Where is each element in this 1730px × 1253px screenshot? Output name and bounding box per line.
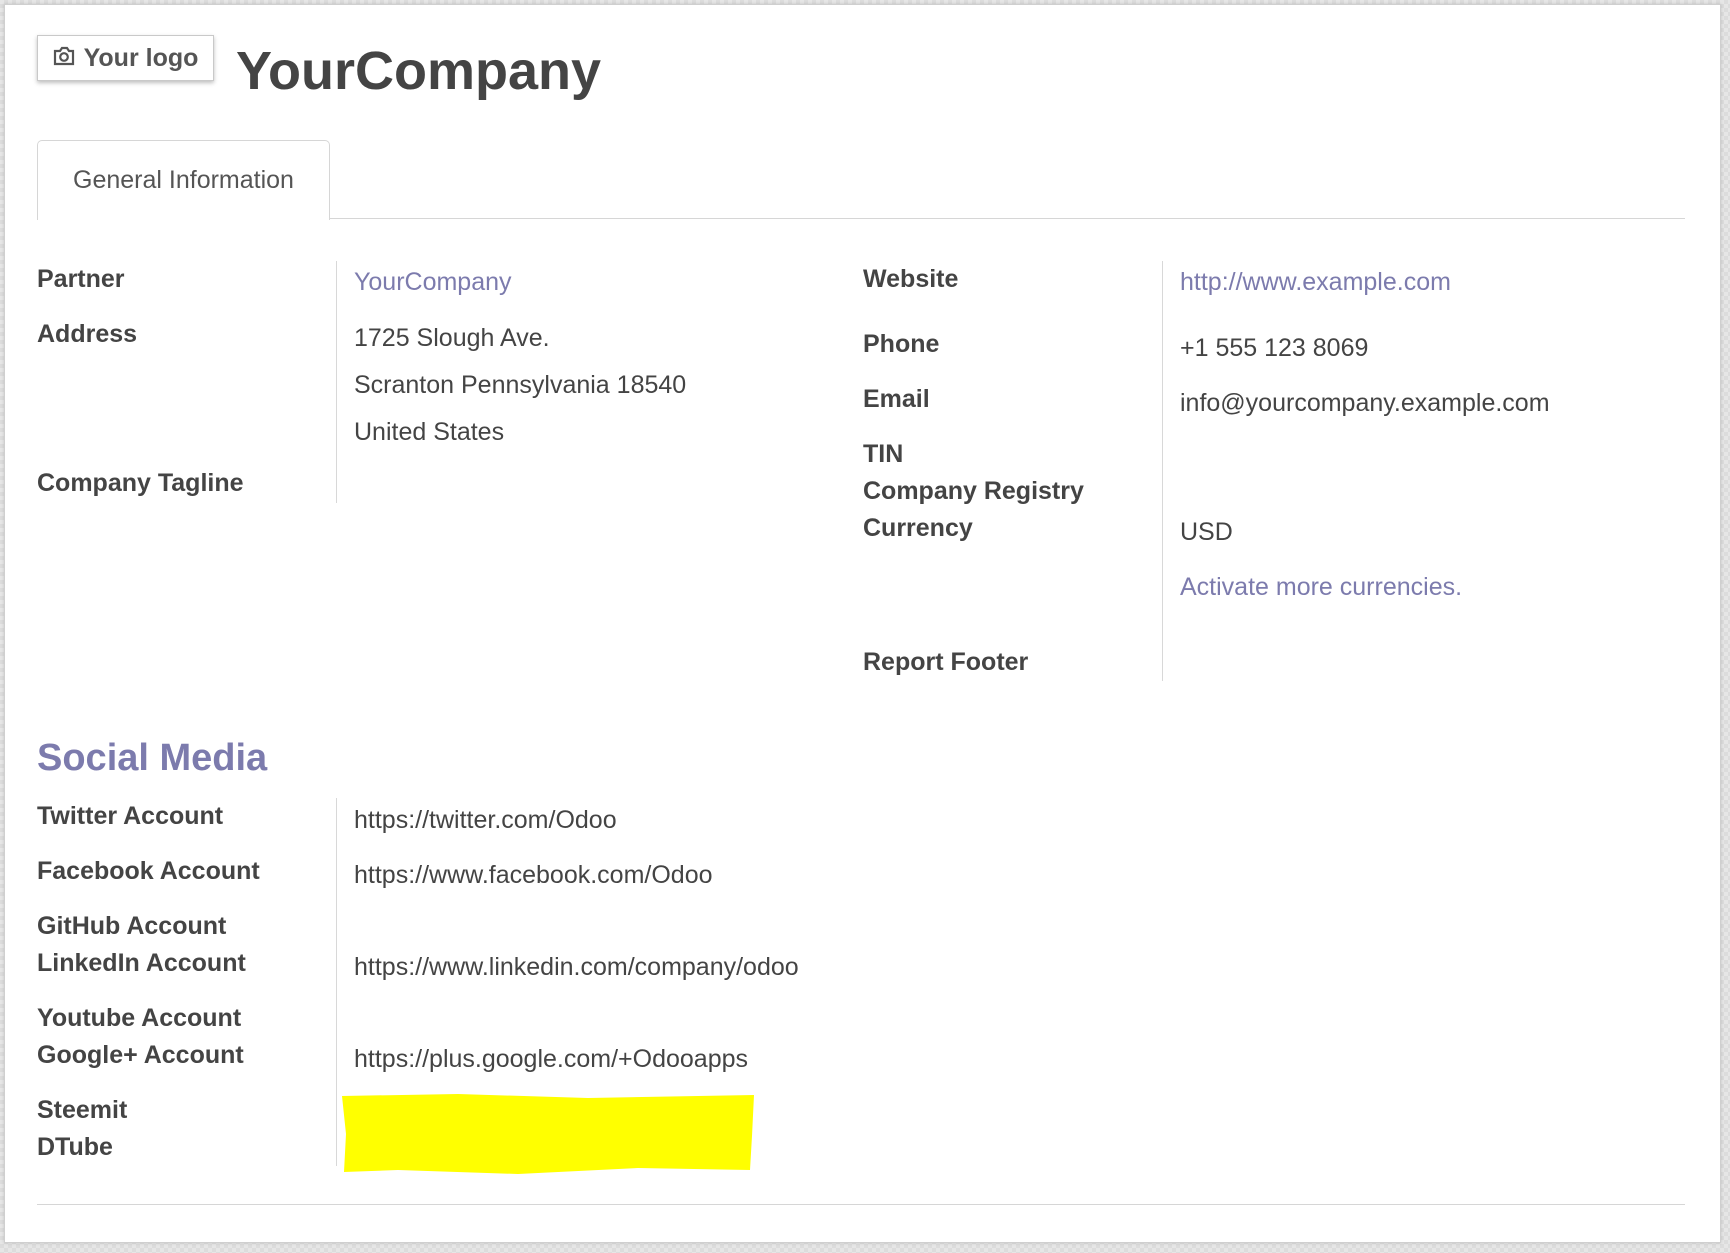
report-footer-label: Report Footer: [863, 648, 1029, 676]
steemit-label: Steemit: [37, 1096, 128, 1124]
logo-label: Your logo: [83, 43, 199, 72]
address-city[interactable]: Scranton Pennsylvania 18540: [354, 371, 686, 400]
twitter-account-value[interactable]: https://twitter.com/Odoo: [354, 806, 617, 835]
phone-value[interactable]: +1 555 123 8069: [1180, 334, 1368, 363]
social-media-heading: Social Media: [37, 737, 268, 779]
tin-label: TIN: [863, 440, 904, 468]
address-country[interactable]: United States: [354, 418, 504, 447]
camera-icon: [53, 44, 75, 73]
address-street[interactable]: 1725 Slough Ave.: [354, 324, 550, 353]
youtube-account-label: Youtube Account: [37, 1004, 242, 1032]
googleplus-account-label: Google+ Account: [37, 1041, 244, 1069]
facebook-account-value[interactable]: https://www.facebook.com/Odoo: [354, 861, 713, 890]
partner-link[interactable]: YourCompany: [354, 268, 512, 297]
currency-label: Currency: [863, 514, 973, 542]
company-registry-label: Company Registry: [863, 477, 1084, 505]
currency-value[interactable]: USD: [1180, 518, 1233, 547]
address-label: Address: [37, 320, 138, 348]
dtube-label: DTube: [37, 1133, 113, 1161]
tab-general-information[interactable]: General Information: [37, 140, 330, 220]
email-label: Email: [863, 385, 930, 413]
linkedin-account-label: LinkedIn Account: [37, 949, 246, 977]
company-tagline-label: Company Tagline: [37, 469, 244, 497]
linkedin-account-value[interactable]: https://www.linkedin.com/company/odoo: [354, 953, 799, 982]
googleplus-account-value[interactable]: https://plus.google.com/+Odooapps: [354, 1045, 748, 1074]
facebook-account-label: Facebook Account: [37, 857, 260, 885]
partner-label: Partner: [37, 265, 125, 293]
website-link[interactable]: http://www.example.com: [1180, 268, 1451, 297]
yellow-highlight-mark: [342, 1094, 754, 1174]
left-column-divider: [336, 261, 337, 503]
activate-currencies-link[interactable]: Activate more currencies.: [1180, 573, 1462, 602]
website-label: Website: [863, 265, 959, 293]
phone-label: Phone: [863, 330, 940, 358]
upload-logo-button[interactable]: Your logo: [37, 35, 214, 81]
github-account-label: GitHub Account: [37, 912, 227, 940]
social-column-divider: [336, 798, 337, 1166]
form-bottom-divider: [37, 1204, 1685, 1205]
company-name-field[interactable]: YourCompany: [236, 40, 601, 102]
twitter-account-label: Twitter Account: [37, 802, 224, 830]
email-value[interactable]: info@yourcompany.example.com: [1180, 389, 1550, 418]
right-column-divider: [1162, 261, 1163, 681]
